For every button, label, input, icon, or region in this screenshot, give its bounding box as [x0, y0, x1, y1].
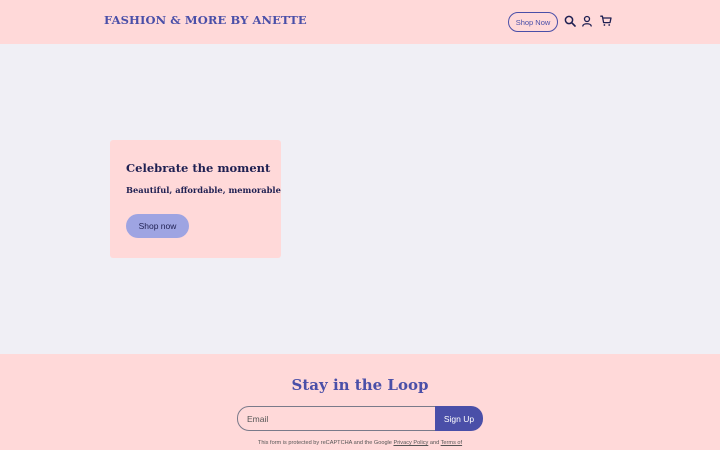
search-icon[interactable] [564, 15, 576, 27]
hero-title: Celebrate the moment [126, 161, 271, 175]
header-shop-now-button[interactable]: Shop Now [508, 12, 558, 32]
site-header: FASHION & MORE BY ANETTE Shop Now [0, 0, 720, 44]
email-input[interactable] [238, 407, 436, 430]
newsletter-footer: Stay in the Loop Sign Up This form is pr… [0, 354, 720, 450]
legal-text: This form is protected by reCAPTCHA and … [257, 440, 394, 446]
privacy-policy-link[interactable]: Privacy Policy [393, 440, 428, 446]
legal-and-text: and [428, 440, 441, 446]
hero-subtitle: Beautiful, affordable, memorable [126, 185, 281, 195]
terms-link[interactable]: Terms of [441, 440, 462, 446]
sign-up-button[interactable]: Sign Up [435, 406, 483, 431]
cart-icon[interactable] [600, 15, 612, 27]
newsletter-title: Stay in the Loop [291, 376, 429, 394]
email-field-wrapper [237, 406, 437, 431]
brand-logo[interactable]: FASHION & MORE BY ANETTE [104, 13, 307, 27]
account-icon[interactable] [581, 15, 593, 27]
hero-shop-now-button[interactable]: Shop now [126, 214, 189, 238]
hero-card: Celebrate the moment Beautiful, affordab… [110, 140, 281, 258]
recaptcha-notice: This form is protected by reCAPTCHA and … [0, 440, 720, 446]
